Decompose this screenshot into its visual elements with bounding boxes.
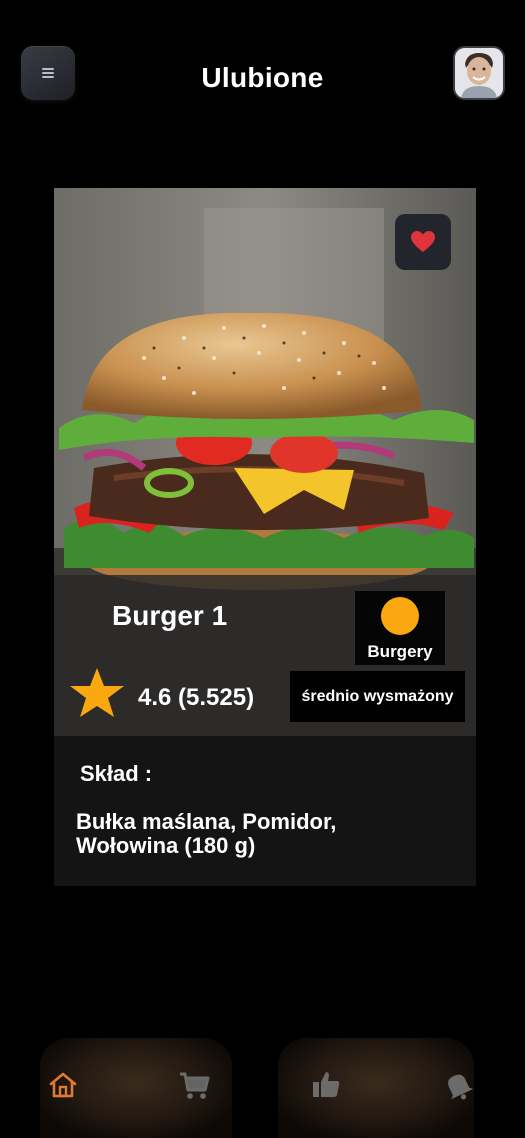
- product-name: Burger 1: [112, 600, 228, 631]
- page-title: Ulubione: [201, 62, 324, 93]
- doneness-badge: średnio wysmażony: [290, 671, 465, 722]
- category-label: Burgery: [367, 642, 433, 661]
- rating-value: 4.6 (5.525): [138, 684, 255, 711]
- avatar-image: [455, 48, 503, 98]
- heart-icon: [411, 231, 435, 252]
- home-icon[interactable]: [46, 1068, 80, 1102]
- thumbs-up-icon[interactable]: [309, 1068, 343, 1102]
- ingredients-title: Skład :: [80, 761, 153, 786]
- category-badge[interactable]: Burgery: [355, 591, 445, 665]
- avatar[interactable]: [455, 48, 503, 98]
- product-card[interactable]: Burger 1 Burgery 4.6 (5.525) średnio wys…: [54, 188, 476, 886]
- star-icon: [70, 668, 124, 717]
- favorite-button[interactable]: [395, 214, 451, 270]
- ingredients-text: Bułka maślana, Pomidor, Wołowina (180 g): [76, 809, 337, 858]
- category-dot-icon: [381, 597, 419, 635]
- bell-icon[interactable]: [441, 1068, 475, 1102]
- bottom-nav: [0, 1038, 525, 1138]
- cart-icon[interactable]: [177, 1068, 211, 1102]
